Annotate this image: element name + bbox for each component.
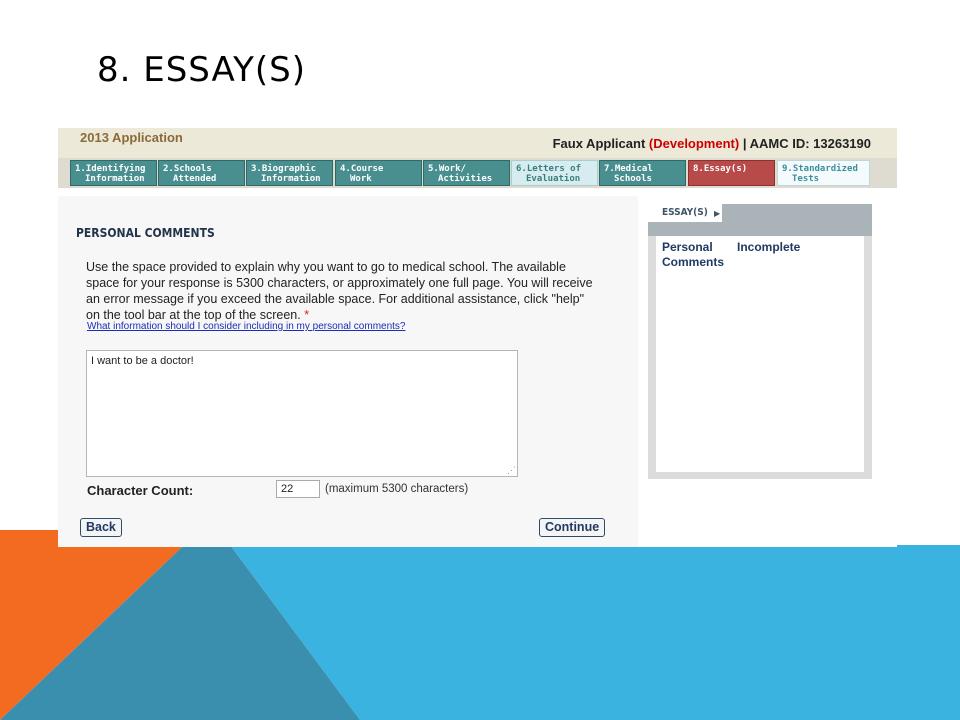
tab-label: Attended bbox=[173, 174, 217, 184]
tab-label: 3.Biographic bbox=[251, 164, 317, 174]
arrow-right-icon: ▶ bbox=[714, 209, 721, 218]
personal-comments-textarea[interactable] bbox=[86, 350, 518, 477]
section-tabs: 1.Identifying Information 2.Schools Atte… bbox=[58, 158, 897, 188]
tab-label: 8.Essay(s) bbox=[693, 164, 748, 174]
tab-label: 7.Medical bbox=[604, 164, 653, 174]
tab-label: 4.Course bbox=[340, 164, 384, 174]
help-link[interactable]: What information should I consider inclu… bbox=[87, 321, 406, 332]
application-screenshot: 2013 Application Faux Applicant (Develop… bbox=[58, 128, 897, 547]
tab-work-activities[interactable]: 5.Work/ Activities bbox=[423, 160, 510, 186]
tab-label: Tests bbox=[792, 174, 820, 184]
tab-letters-of-evaluation[interactable]: 6.Letters of Evaluation bbox=[511, 160, 598, 186]
header-separator: | bbox=[742, 136, 747, 151]
tab-schools-attended[interactable]: 2.Schools Attended bbox=[158, 160, 245, 186]
applicant-environment: (Development) bbox=[648, 136, 740, 151]
tab-label: 2.Schools bbox=[163, 164, 212, 174]
tab-label: Work bbox=[350, 174, 372, 184]
tab-essays[interactable]: 8.Essay(s) bbox=[688, 160, 775, 186]
tab-label: 5.Work/ bbox=[428, 164, 466, 174]
required-mark: * bbox=[304, 308, 310, 322]
continue-button[interactable]: Continue bbox=[539, 518, 606, 537]
applicant-info: Faux Applicant (Development) | AAMC ID: … bbox=[553, 136, 871, 151]
tab-label: Schools bbox=[614, 174, 652, 184]
side-panel-header: ESSAY(S) ▶ bbox=[648, 204, 872, 236]
side-panel-tab[interactable]: ESSAY(S) ▶ bbox=[648, 204, 722, 222]
tab-label: Information bbox=[85, 174, 145, 184]
essay-item-status: Incomplete bbox=[737, 240, 801, 254]
resize-grip-icon[interactable]: ⋰ bbox=[507, 465, 516, 476]
side-panel-body: Personal Comments Incomplete bbox=[656, 236, 864, 472]
tab-course-work[interactable]: 4.Course Work bbox=[335, 160, 422, 186]
tab-label: 6.Letters of bbox=[516, 164, 582, 174]
tab-medical-schools[interactable]: 7.Medical Schools bbox=[599, 160, 686, 186]
aamc-id: AAMC ID: 13263190 bbox=[749, 136, 871, 151]
slide-title: 8. ESSAY(S) bbox=[97, 50, 307, 90]
side-panel-tab-label: ESSAY(S) bbox=[662, 207, 708, 218]
applicant-name: Faux Applicant bbox=[552, 136, 646, 151]
back-button[interactable]: Back bbox=[80, 518, 122, 537]
section-title: PERSONAL COMMENTS bbox=[76, 226, 215, 240]
character-count-max: (maximum 5300 characters) bbox=[325, 483, 469, 495]
character-count-label: Character Count: bbox=[87, 483, 194, 498]
tab-label: Evaluation bbox=[526, 174, 581, 184]
tab-label: Activities bbox=[438, 174, 493, 184]
essays-side-panel: ESSAY(S) ▶ Personal Comments Incomplete bbox=[648, 204, 872, 479]
tab-label: 9.Standardized bbox=[782, 164, 858, 174]
tab-identifying-information[interactable]: 1.Identifying Information bbox=[70, 160, 157, 186]
app-year-title: 2013 Application bbox=[80, 130, 183, 145]
tab-biographic-information[interactable]: 3.Biographic Information bbox=[246, 160, 333, 186]
tab-standardized-tests[interactable]: 9.Standardized Tests bbox=[777, 160, 870, 186]
tab-label: 1.Identifying bbox=[75, 164, 146, 174]
essay-item-name[interactable]: Personal Comments bbox=[662, 240, 724, 270]
instructions-body: Use the space provided to explain why yo… bbox=[86, 260, 593, 322]
tab-label: Information bbox=[261, 174, 321, 184]
character-count-value: 22 bbox=[276, 480, 320, 498]
instructions-text: Use the space provided to explain why yo… bbox=[86, 259, 596, 323]
app-header: 2013 Application Faux Applicant (Develop… bbox=[58, 128, 897, 158]
